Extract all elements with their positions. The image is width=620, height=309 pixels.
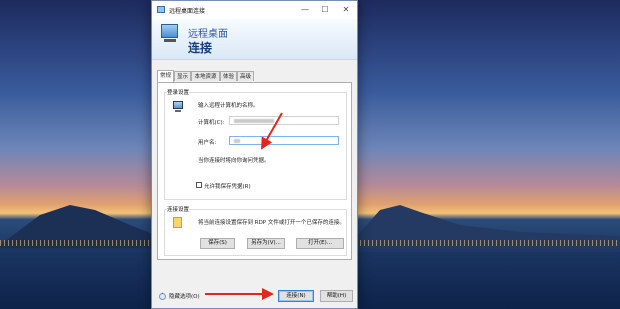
- remote-desktop-window: 远程桌面连接 — ☐ ✕ 远程桌面 连接 常规 显示 本地资源 体验 高级 登录…: [151, 0, 358, 309]
- computer-icon: [173, 101, 183, 109]
- login-settings-title: 登录设置: [167, 88, 190, 96]
- open-button[interactable]: 打开(E)...: [296, 238, 344, 249]
- header-title-line1: 远程桌面: [188, 29, 228, 40]
- help-button[interactable]: 帮助(H): [320, 290, 353, 302]
- save-as-button[interactable]: 另存为(V)...: [247, 238, 285, 249]
- tab-panel-general: 登录设置 输入远程计算机的名称。 计算机(C): 用户名: 当你连接时将向你询问…: [157, 82, 352, 260]
- close-button[interactable]: ✕: [339, 4, 353, 15]
- folder-icon: [173, 217, 182, 228]
- connect-button[interactable]: 连接(N): [278, 290, 314, 302]
- header-title-line2: 连接: [188, 41, 213, 55]
- tab-display[interactable]: 显示: [174, 71, 191, 81]
- save-credentials-label[interactable]: 允许我保存凭据(R): [204, 182, 251, 190]
- computer-label: 计算机(C):: [198, 120, 225, 126]
- window-title: 远程桌面连接: [169, 8, 206, 15]
- computer-stand: [175, 110, 181, 112]
- credentials-note: 当你连接时将向你询问凭据。: [198, 158, 270, 164]
- computer-input[interactable]: [229, 116, 339, 125]
- tab-experience[interactable]: 体验: [220, 71, 237, 81]
- login-hint: 输入远程计算机的名称。: [198, 103, 259, 109]
- remote-desktop-icon: [157, 6, 165, 13]
- save-button[interactable]: 保存(S): [200, 238, 235, 249]
- username-label: 用户名:: [198, 140, 217, 146]
- tab-advanced[interactable]: 高级: [237, 71, 254, 81]
- remote-desktop-icon: [161, 24, 178, 38]
- username-value-redacted: [234, 139, 240, 143]
- connection-settings-title: 连接设置: [167, 205, 190, 213]
- computer-value-redacted: [234, 119, 274, 123]
- minimize-button[interactable]: —: [298, 4, 312, 15]
- tab-general[interactable]: 常规: [157, 70, 174, 82]
- monitor-stand: [164, 39, 176, 42]
- username-input[interactable]: [229, 136, 339, 145]
- hide-options-link[interactable]: 隐藏选项(O): [169, 292, 200, 300]
- connection-desc: 将当前连接设置保存到 RDP 文件或打开一个已保存的连接。: [198, 220, 345, 226]
- tab-local-resources[interactable]: 本地资源: [191, 71, 220, 81]
- window-header: 远程桌面 连接: [152, 19, 357, 60]
- chevron-up-icon[interactable]: ˄: [159, 293, 166, 300]
- title-bar[interactable]: 远程桌面连接 — ☐ ✕: [152, 1, 357, 19]
- save-credentials-checkbox[interactable]: [196, 182, 202, 188]
- maximize-button[interactable]: ☐: [318, 4, 332, 15]
